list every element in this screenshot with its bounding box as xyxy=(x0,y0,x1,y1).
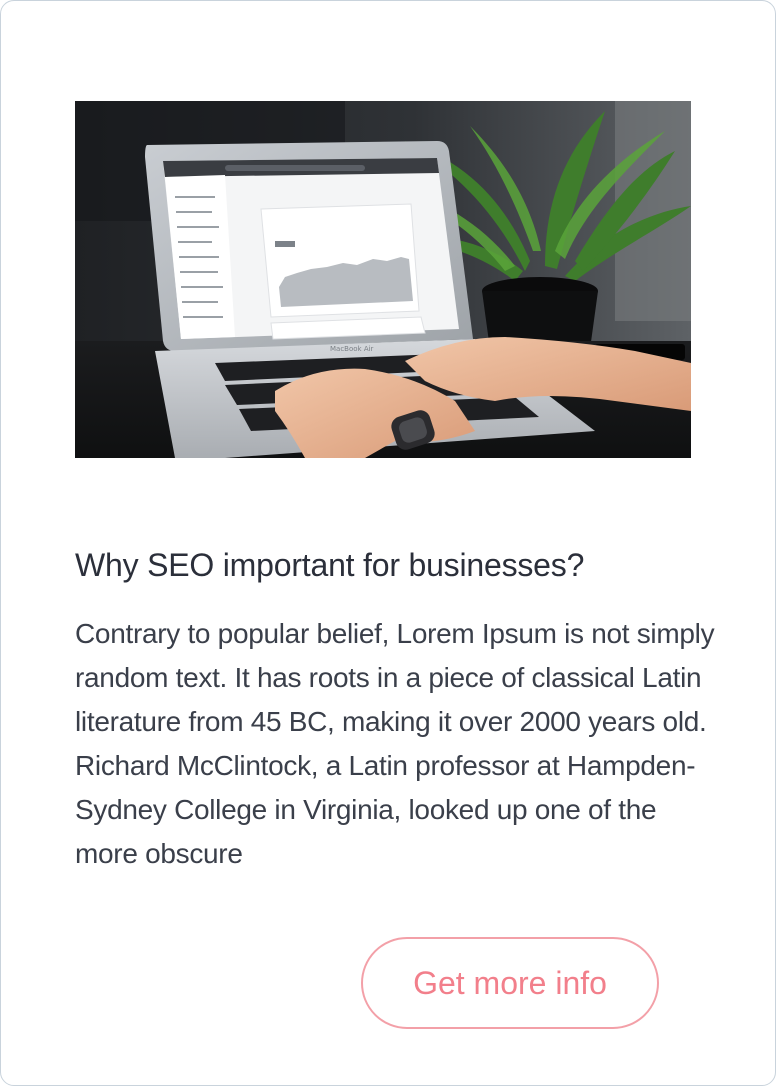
article-title: Why SEO important for businesses? xyxy=(75,547,585,583)
svg-text:MacBook Air: MacBook Air xyxy=(330,345,374,353)
article-excerpt: Contrary to popular belief, Lorem Ipsum … xyxy=(75,618,715,869)
get-more-info-button[interactable]: Get more info xyxy=(361,937,659,1029)
article-image: MacBook Air xyxy=(75,101,691,458)
article-card: MacBook Air Why SEO important for busine… xyxy=(0,0,776,1086)
